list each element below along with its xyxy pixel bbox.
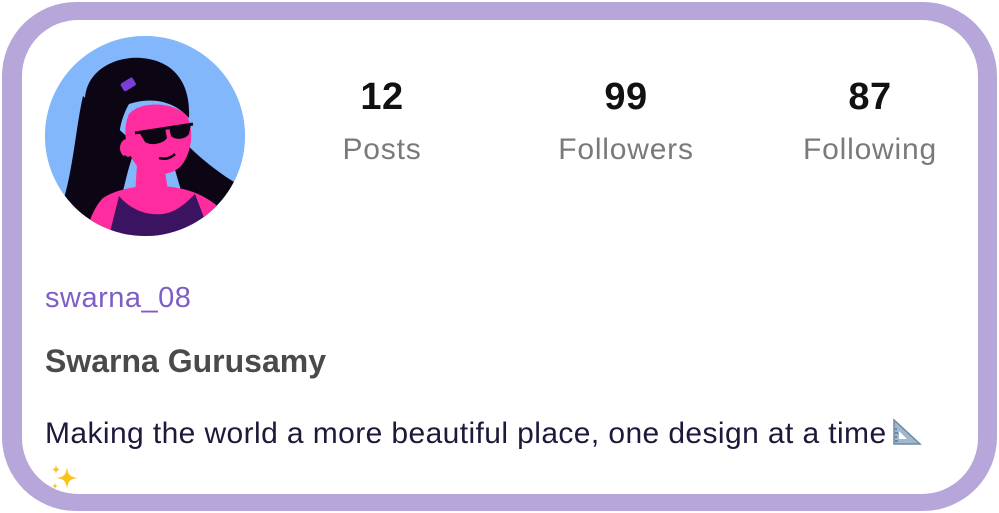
following-stat[interactable]: 87 Following bbox=[770, 72, 970, 170]
following-label: Following bbox=[803, 133, 937, 166]
sparkles-emoji-icon bbox=[49, 463, 81, 494]
posts-count: 12 bbox=[360, 76, 404, 118]
posts-stat[interactable]: 12 Posts bbox=[282, 72, 482, 170]
followers-stat[interactable]: 99 Followers bbox=[526, 72, 726, 170]
profile-card: 12 Posts 99 Followers 87 Following swarn… bbox=[22, 20, 978, 494]
woman-avatar-icon bbox=[45, 36, 245, 236]
display-name: Swarna Gurusamy bbox=[45, 343, 326, 379]
profile-avatar[interactable] bbox=[45, 36, 245, 236]
username-handle[interactable]: swarna_08 bbox=[45, 278, 191, 318]
following-count: 87 bbox=[848, 76, 892, 118]
followers-label: Followers bbox=[558, 133, 694, 166]
posts-label: Posts bbox=[342, 133, 422, 166]
bio-text: Making the world a more beautiful place,… bbox=[45, 417, 887, 450]
profile-bio: Making the world a more beautiful place,… bbox=[45, 413, 955, 494]
triangular-ruler-emoji-icon bbox=[891, 417, 923, 459]
followers-count: 99 bbox=[604, 76, 648, 118]
